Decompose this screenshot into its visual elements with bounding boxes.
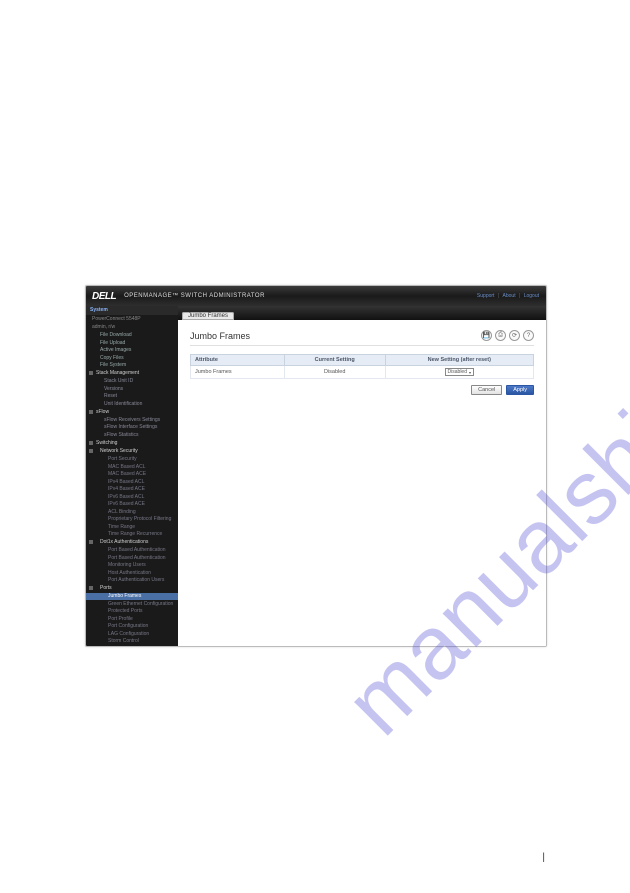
sidebar-group-stack[interactable]: Stack Management xyxy=(86,369,178,378)
sidebar-item[interactable]: sFlow Receivers Settings xyxy=(86,416,178,424)
col-attribute: Attribute xyxy=(191,355,285,366)
sidebar-group-network-security[interactable]: Network Security xyxy=(86,447,178,456)
cell-current: Disabled xyxy=(284,366,385,379)
sidebar-group-switching[interactable]: Switching xyxy=(86,439,178,448)
sidebar-item[interactable]: Copy Files xyxy=(86,354,178,362)
sidebar-user: admin, r/w xyxy=(86,323,178,332)
sidebar-item[interactable]: File System xyxy=(86,362,178,370)
body-area: System PowerConnect 5548P admin, r/w Fil… xyxy=(86,306,546,646)
apply-button[interactable]: Apply xyxy=(506,385,534,395)
sidebar-group-dot1x[interactable]: Dot1x Authentications xyxy=(86,538,178,547)
link-logout[interactable]: Logout xyxy=(524,293,539,299)
dell-logo: DELL xyxy=(92,291,116,302)
table-header-row: Attribute Current Setting New Setting (a… xyxy=(191,355,534,366)
sidebar-item-jumbo-frames[interactable]: Jumbo Frames xyxy=(86,593,178,601)
page-footer-mark: | xyxy=(542,852,545,863)
sidebar-item[interactable]: File Download xyxy=(86,332,178,340)
sidebar-item[interactable]: Reset xyxy=(86,393,178,401)
sidebar-item[interactable]: Port Based Authentication xyxy=(86,554,178,562)
sidebar-device-model: PowerConnect 5548P xyxy=(86,315,178,324)
page-title-row: Jumbo Frames 💾 ⎙ ⟳ ? xyxy=(190,330,534,346)
settings-table: Attribute Current Setting New Setting (a… xyxy=(190,354,534,379)
content-area: Jumbo Frames 💾 ⎙ ⟳ ? Attribute Current S… xyxy=(178,320,546,646)
sidebar-item[interactable]: sFlow Statistics xyxy=(86,431,178,439)
sidebar-item[interactable]: IPv6 Based ACL xyxy=(86,493,178,501)
sidebar-item[interactable]: Proprietary Protocol Filtering xyxy=(86,516,178,524)
separator: | xyxy=(498,293,499,299)
col-current: Current Setting xyxy=(284,355,385,366)
sidebar-item[interactable]: IPv6 Based ACE xyxy=(86,501,178,509)
table-row: Jumbo Frames Disabled Disabled xyxy=(191,366,534,379)
sidebar-item[interactable]: MAC Based ACL xyxy=(86,463,178,471)
sidebar-item[interactable]: Green Ethernet Configuration xyxy=(86,600,178,608)
cell-new: Disabled xyxy=(385,366,533,379)
sidebar-group-ports[interactable]: Ports xyxy=(86,584,178,593)
sidebar-item[interactable]: Host Authentication xyxy=(86,569,178,577)
header-title: OPENMANAGE™ SWITCH ADMINISTRATOR xyxy=(124,293,265,299)
sidebar-item[interactable]: IPv4 Based ACE xyxy=(86,486,178,494)
sidebar-item[interactable]: Port Based Authentication xyxy=(86,547,178,555)
sidebar-item[interactable]: File Upload xyxy=(86,339,178,347)
header-bar: DELL OPENMANAGE™ SWITCH ADMINISTRATOR Su… xyxy=(86,286,546,306)
sidebar-item[interactable]: Port Mirroring xyxy=(86,645,178,646)
sidebar-group-sflow[interactable]: sFlow xyxy=(86,408,178,417)
sidebar-item[interactable]: Port Authentication Users xyxy=(86,577,178,585)
sidebar-item[interactable]: MAC Based ACE xyxy=(86,471,178,479)
title-icons: 💾 ⎙ ⟳ ? xyxy=(481,330,534,341)
sidebar-item[interactable]: ACL Binding xyxy=(86,508,178,516)
sidebar-item[interactable]: Protected Ports xyxy=(86,608,178,616)
button-row: Cancel Apply xyxy=(190,385,534,395)
sidebar-item[interactable]: Unit Identification xyxy=(86,400,178,408)
sidebar-item[interactable]: Versions xyxy=(86,385,178,393)
tab-jumbo-frames[interactable]: Jumbo Frames xyxy=(182,312,234,320)
sidebar-item[interactable]: Port Security xyxy=(86,456,178,464)
sidebar-item[interactable]: Time Range xyxy=(86,523,178,531)
sidebar-item[interactable]: sFlow Interface Settings xyxy=(86,424,178,432)
sidebar-item[interactable]: Time Range Recurrence xyxy=(86,531,178,539)
sidebar-section-system[interactable]: System xyxy=(86,306,178,315)
new-setting-dropdown[interactable]: Disabled xyxy=(445,368,474,376)
sidebar: System PowerConnect 5548P admin, r/w Fil… xyxy=(86,306,178,646)
sidebar-item[interactable]: Storm Control xyxy=(86,638,178,646)
print-icon[interactable]: ⎙ xyxy=(495,330,506,341)
app-window: DELL OPENMANAGE™ SWITCH ADMINISTRATOR Su… xyxy=(85,285,547,647)
link-about[interactable]: About xyxy=(503,293,516,299)
sidebar-item[interactable]: IPv4 Based ACL xyxy=(86,478,178,486)
tab-row: Jumbo Frames xyxy=(178,306,546,320)
header-links: Support | About | Logout xyxy=(476,293,540,299)
cell-attribute: Jumbo Frames xyxy=(191,366,285,379)
sidebar-item[interactable]: Monitoring Users xyxy=(86,562,178,570)
save-icon[interactable]: 💾 xyxy=(481,330,492,341)
sidebar-item[interactable]: Stack Unit ID xyxy=(86,378,178,386)
link-support[interactable]: Support xyxy=(477,293,495,299)
help-icon[interactable]: ? xyxy=(523,330,534,341)
sidebar-item[interactable]: Active Images xyxy=(86,347,178,355)
sidebar-item[interactable]: LAG Configuration xyxy=(86,630,178,638)
main-area: Jumbo Frames Jumbo Frames 💾 ⎙ ⟳ ? Attrib… xyxy=(178,306,546,646)
refresh-icon[interactable]: ⟳ xyxy=(509,330,520,341)
separator: | xyxy=(519,293,520,299)
col-new: New Setting (after reset) xyxy=(385,355,533,366)
cancel-button[interactable]: Cancel xyxy=(471,385,502,395)
page-title: Jumbo Frames xyxy=(190,331,250,341)
sidebar-item[interactable]: Port Profile xyxy=(86,615,178,623)
sidebar-item[interactable]: Port Configuration xyxy=(86,623,178,631)
